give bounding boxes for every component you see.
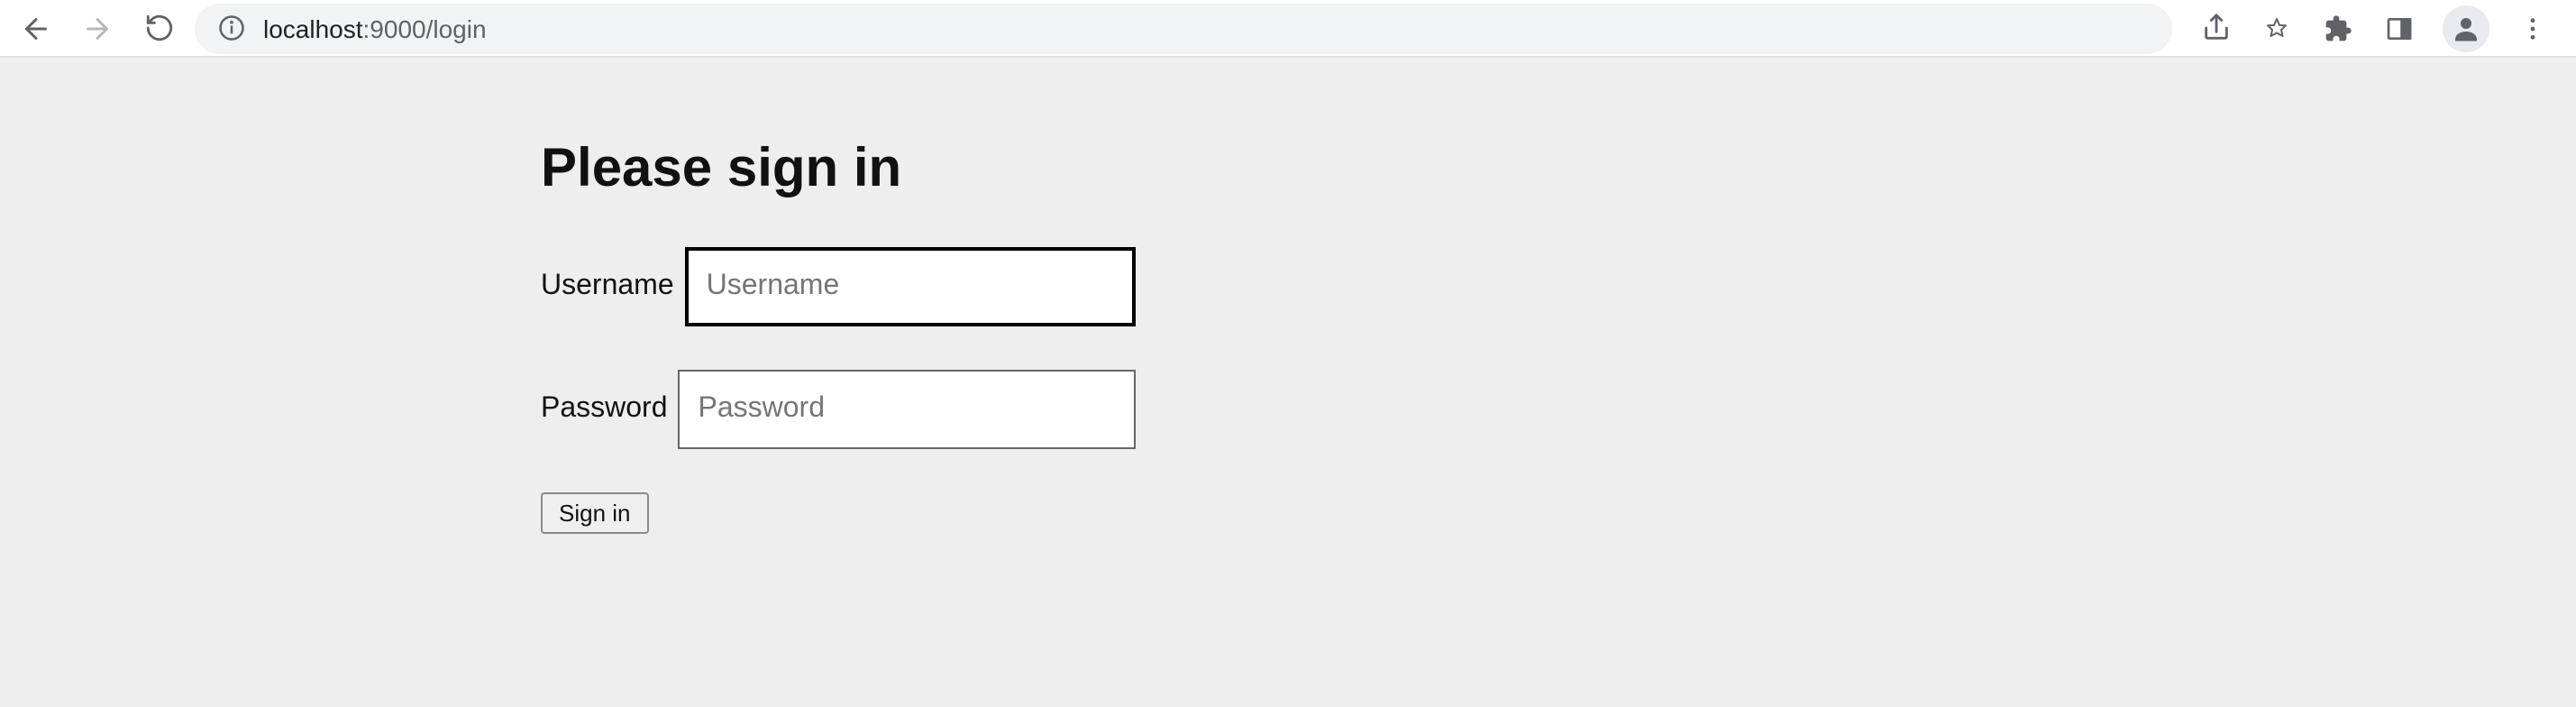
url-text: localhost:9000/login — [263, 14, 487, 42]
signin-button[interactable]: Sign in — [541, 492, 649, 534]
back-icon[interactable] — [18, 10, 54, 46]
page-title: Please sign in — [541, 139, 1136, 200]
username-input[interactable] — [685, 247, 1136, 326]
extensions-icon[interactable] — [2320, 10, 2356, 46]
bookmark-star-icon[interactable] — [2259, 10, 2295, 46]
login-form: Please sign in Username Password Sign in — [541, 139, 1136, 534]
toolbar-right-group — [2187, 5, 2562, 51]
kebab-menu-icon[interactable] — [2515, 10, 2551, 46]
password-label: Password — [541, 393, 668, 426]
page-content: Please sign in Username Password Sign in — [0, 58, 2576, 707]
password-input[interactable] — [679, 370, 1137, 449]
browser-toolbar: localhost:9000/login — [0, 0, 2576, 58]
password-row: Password — [541, 370, 1136, 449]
reload-icon[interactable] — [141, 10, 177, 46]
username-label: Username — [541, 271, 674, 303]
nav-button-group — [14, 10, 180, 46]
username-row: Username — [541, 247, 1136, 326]
share-icon[interactable] — [2197, 10, 2233, 46]
forward-icon[interactable] — [79, 10, 115, 46]
site-info-icon[interactable] — [216, 14, 245, 42]
side-panel-icon[interactable] — [2381, 10, 2417, 46]
profile-avatar-icon[interactable] — [2443, 5, 2489, 51]
address-bar[interactable]: localhost:9000/login — [195, 3, 2172, 53]
